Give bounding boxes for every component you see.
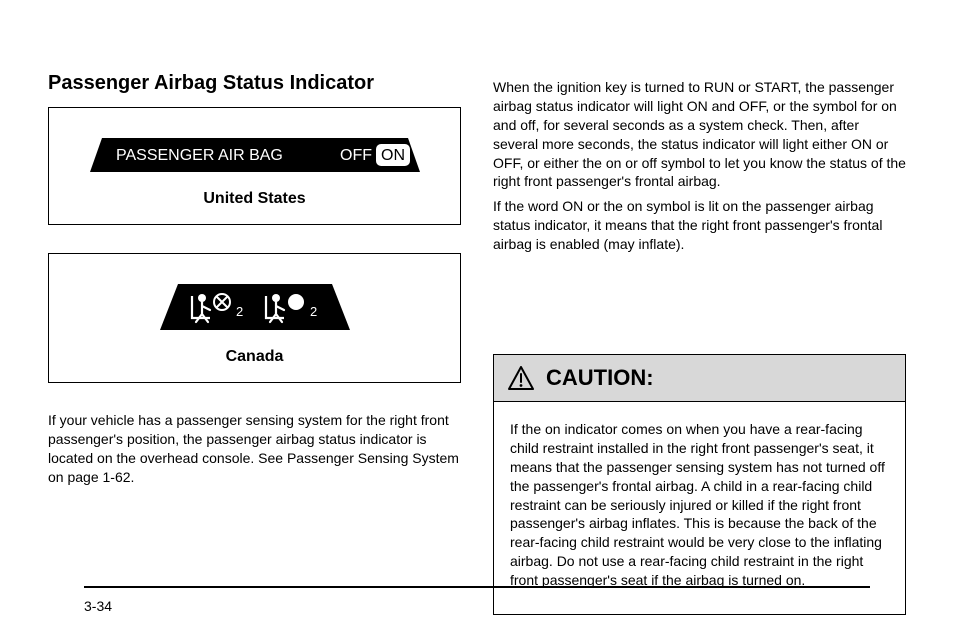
page-number: 3-34	[84, 598, 112, 614]
right-paragraph-1: When the ignition key is turned to RUN o…	[493, 78, 906, 191]
warning-icon	[508, 366, 534, 390]
airbag-indicator-canada: 2 2	[160, 284, 350, 330]
figure-us-caption: United States	[69, 190, 440, 208]
plaque-label: PASSENGER AIR BAG	[116, 147, 283, 164]
caution-box: CAUTION: If the on indicator comes on wh…	[493, 354, 906, 615]
figure-canada-caption: Canada	[69, 348, 440, 366]
caution-header: CAUTION:	[494, 355, 905, 402]
footer-rule	[84, 586, 870, 588]
figure-canada: 2 2 Canada	[48, 253, 461, 383]
svg-text:2: 2	[236, 304, 243, 319]
plaque-off-text: OFF	[340, 147, 372, 164]
left-body-text: If your vehicle has a passenger sensing …	[48, 411, 461, 487]
right-column: When the ignition key is turned to RUN o…	[493, 72, 906, 615]
figure-us: PASSENGER AIR BAG OFF ON United States	[48, 107, 461, 225]
airbag-indicator-us: PASSENGER AIR BAG OFF ON	[90, 138, 420, 172]
section-title: Passenger Airbag Status Indicator	[48, 72, 461, 95]
left-paragraph: If your vehicle has a passenger sensing …	[48, 411, 461, 487]
caution-heading-text: CAUTION:	[546, 365, 654, 391]
plaque-on-text: ON	[381, 147, 405, 164]
right-body-text: When the ignition key is turned to RUN o…	[493, 78, 906, 254]
right-paragraph-2: If the word ON or the on symbol is lit o…	[493, 197, 906, 254]
svg-text:2: 2	[310, 304, 317, 319]
caution-body: If the on indicator comes on when you ha…	[494, 402, 905, 614]
caution-paragraph: If the on indicator comes on when you ha…	[510, 420, 889, 590]
left-column: Passenger Airbag Status Indicator PASSEN…	[48, 72, 461, 493]
